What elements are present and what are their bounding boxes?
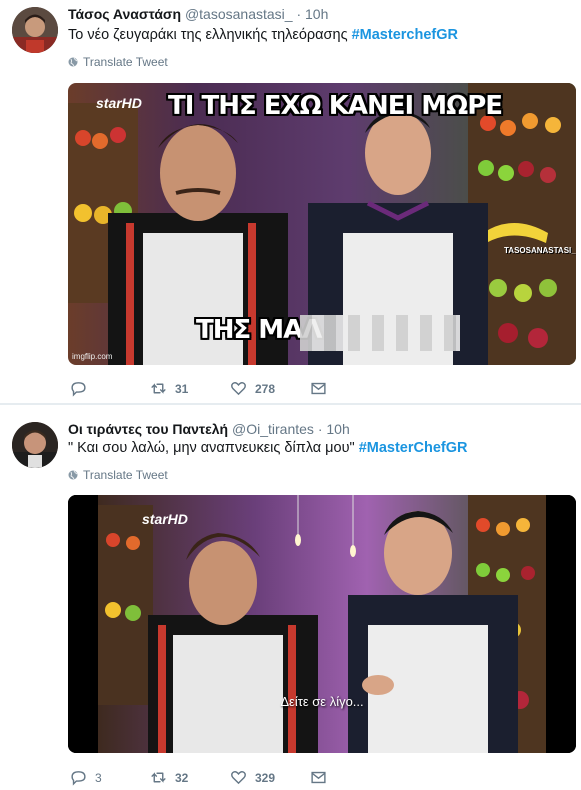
tweet-image[interactable]: starHD ΤΙ ΤΗΣ ΕΧΩ ΚΑΝΕΙ ΜΩΡΕ ΤΗΣ ΜΑΛ TAS… bbox=[68, 83, 576, 365]
tweet-header: Οι τιράντες του Παντελή @Oi_tirantes · 1… bbox=[68, 421, 350, 437]
watermark: TASOSANASTASI_ bbox=[504, 246, 576, 255]
translate-label: Translate Tweet bbox=[83, 55, 168, 69]
meme-top-caption: ΤΙ ΤΗΣ ΕΧΩ ΚΑΝΕΙ ΜΩΡΕ bbox=[168, 91, 503, 121]
author-handle[interactable]: @tasosanastasi_ bbox=[185, 6, 293, 22]
message-button[interactable] bbox=[310, 769, 327, 786]
like-button[interactable]: 278 bbox=[230, 380, 310, 397]
like-icon bbox=[231, 382, 246, 396]
globe-icon bbox=[68, 57, 78, 67]
like-count: 278 bbox=[255, 381, 276, 396]
channel-logo: starHD bbox=[96, 95, 142, 111]
retweet-button[interactable]: 32 bbox=[150, 769, 230, 786]
author-name[interactable]: Τάσος Αναστάση bbox=[68, 6, 181, 22]
author-name[interactable]: Οι τιράντες του Παντελή bbox=[68, 421, 228, 437]
retweet-count: 31 bbox=[175, 381, 189, 396]
tweet-body: Το νέο ζευγαράκι της ελληνικής τηλεόραση… bbox=[68, 27, 352, 43]
like-icon bbox=[231, 771, 246, 785]
tweet-text: " Και σου λαλώ, μην αναπνευκεις δίπλα μο… bbox=[68, 440, 467, 456]
retweet-icon bbox=[151, 772, 166, 783]
translate-tweet[interactable]: Translate Tweet bbox=[68, 468, 168, 482]
hashtag-link[interactable]: #MasterChefGR bbox=[359, 440, 468, 456]
like-button[interactable]: 329 bbox=[230, 769, 310, 786]
video-frame bbox=[68, 495, 576, 753]
channel-logo: starHD bbox=[142, 511, 188, 527]
reply-icon bbox=[71, 382, 86, 397]
tweet-2[interactable]: Οι τιράντες του Παντελή @Oi_tirantes · 1… bbox=[0, 405, 581, 790]
reply-button[interactable]: 3 bbox=[70, 769, 150, 786]
reply-button[interactable] bbox=[70, 380, 150, 397]
translate-label: Translate Tweet bbox=[83, 468, 168, 482]
avatar[interactable] bbox=[12, 422, 58, 468]
message-icon bbox=[311, 382, 326, 395]
hashtag-link[interactable]: #MasterchefGR bbox=[352, 27, 458, 43]
globe-icon bbox=[68, 470, 78, 480]
timestamp[interactable]: 10h bbox=[305, 6, 328, 22]
reply-count: 3 bbox=[95, 770, 102, 785]
tweet-text: Το νέο ζευγαράκι της ελληνικής τηλεόραση… bbox=[68, 27, 458, 43]
action-bar: 3 32 329 bbox=[70, 769, 327, 786]
video-subtitle: Δείτε σε λίγο... bbox=[280, 694, 364, 709]
tweet-body: " Και σου λαλώ, μην αναπνευκεις δίπλα μο… bbox=[68, 440, 359, 456]
like-count: 329 bbox=[255, 770, 276, 785]
author-handle[interactable]: @Oi_tirantes bbox=[232, 421, 314, 437]
tweet-header: Τάσος Αναστάση @tasosanastasi_ · 10h bbox=[68, 6, 328, 22]
separator-dot: · bbox=[317, 421, 323, 437]
translate-tweet[interactable]: Translate Tweet bbox=[68, 55, 168, 69]
censor-blur bbox=[300, 315, 460, 351]
separator-dot: · bbox=[296, 6, 302, 22]
retweet-icon bbox=[151, 383, 166, 394]
action-bar: 31 278 bbox=[70, 380, 327, 397]
reply-icon bbox=[71, 771, 86, 786]
message-icon bbox=[311, 771, 326, 784]
timestamp[interactable]: 10h bbox=[326, 421, 349, 437]
avatar[interactable] bbox=[12, 7, 58, 53]
message-button[interactable] bbox=[310, 380, 327, 397]
tweet-video[interactable]: starHD Δείτε σε λίγο... bbox=[68, 495, 576, 753]
imgflip-credit: imgflip.com bbox=[72, 352, 113, 361]
retweet-button[interactable]: 31 bbox=[150, 380, 230, 397]
tweet-1[interactable]: Τάσος Αναστάση @tasosanastasi_ · 10h Το … bbox=[0, 0, 581, 403]
retweet-count: 32 bbox=[175, 770, 189, 785]
